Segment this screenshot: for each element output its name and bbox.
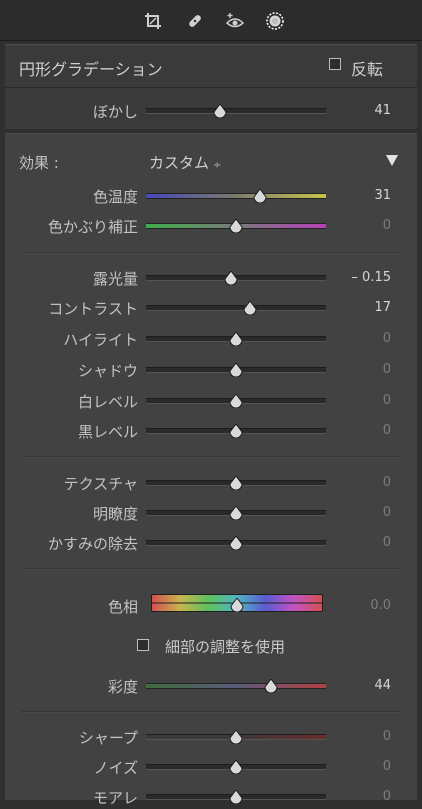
- effect-preset-value: カスタム: [149, 154, 210, 172]
- healing-brush-icon: [189, 15, 201, 27]
- feather-label: ぼかし: [92, 103, 138, 121]
- exposure-slider-track[interactable]: [146, 271, 326, 285]
- adjustment-panel: 効果 : カスタム ÷ 色温度 31 色かぶり補正 0 露光量 – 0.15 コン…: [5, 133, 417, 807]
- sharpness-label: シャープ: [78, 729, 138, 747]
- noise-value[interactable]: 0: [383, 759, 391, 774]
- whites-label: 白レベル: [77, 393, 138, 411]
- saturation-value[interactable]: 44: [374, 678, 391, 693]
- slider-row-saturation: 彩度 44: [5, 672, 417, 698]
- highlights-label: ハイライト: [63, 331, 138, 349]
- panel-title: 円形グラデーション: [19, 60, 163, 79]
- slider-row-tint: 色かぶり補正 0: [5, 212, 417, 238]
- invert-checkbox[interactable]: [329, 58, 341, 70]
- temp-slider-track[interactable]: [146, 189, 326, 203]
- dehaze-value[interactable]: 0: [383, 535, 391, 550]
- crop-tool-button[interactable]: [142, 10, 164, 32]
- slider-row-feather: ぼかし 41: [5, 97, 417, 123]
- select-caret-icon: ÷: [213, 160, 222, 171]
- slider-row-dehaze: かすみの除去 0: [5, 529, 417, 555]
- slider-row-sharpness: シャープ 0: [5, 723, 417, 749]
- highlights-value[interactable]: 0: [383, 331, 391, 346]
- exposure-value[interactable]: – 0.15: [351, 270, 391, 285]
- highlights-slider-track[interactable]: [146, 332, 326, 346]
- healing-tool-button[interactable]: [184, 10, 206, 32]
- saturation-label: 彩度: [107, 678, 138, 696]
- fine-adjust-checkbox[interactable]: [137, 639, 149, 651]
- fine-adjust-label[interactable]: 細部の調整を使用: [165, 636, 285, 657]
- slider-row-temp: 色温度 31: [5, 182, 417, 208]
- section-divider: [21, 568, 401, 570]
- temp-label: 色温度: [92, 188, 138, 206]
- crop-icon: [145, 13, 161, 29]
- shadows-slider-track[interactable]: [146, 363, 326, 377]
- contrast-value[interactable]: 17: [374, 300, 391, 315]
- slider-row-blacks: 黒レベル 0: [5, 417, 417, 443]
- feather-slider-track[interactable]: [146, 104, 326, 118]
- texture-slider-track[interactable]: [146, 476, 326, 490]
- whites-slider-track[interactable]: [146, 394, 326, 408]
- noise-label: ノイズ: [93, 759, 138, 777]
- sharpness-value[interactable]: 0: [383, 729, 391, 744]
- slider-row-exposure: 露光量 – 0.15: [5, 264, 417, 290]
- tool-strip: [0, 0, 422, 41]
- texture-value[interactable]: 0: [383, 475, 391, 490]
- contrast-slider-track[interactable]: [146, 301, 326, 315]
- temp-value[interactable]: 31: [374, 188, 391, 203]
- blacks-value[interactable]: 0: [383, 423, 391, 438]
- slider-row-noise: ノイズ 0: [5, 753, 417, 779]
- section-divider: [21, 456, 401, 458]
- radial-gradient-header: 円形グラデーション 反転 ぼかし 41: [5, 44, 417, 129]
- collapse-triangle-icon[interactable]: [385, 153, 399, 167]
- hue-label: 色相: [107, 598, 138, 616]
- effect-preset-select[interactable]: カスタム ÷: [149, 152, 221, 173]
- moire-label: モアレ: [92, 789, 138, 807]
- radial-filter-icon: [266, 12, 284, 30]
- sharpness-slider-track[interactable]: [146, 730, 326, 744]
- blacks-slider-track[interactable]: [146, 424, 326, 438]
- texture-label: テクスチャ: [63, 475, 138, 493]
- dehaze-slider-track[interactable]: [146, 536, 326, 550]
- slider-row-shadows: シャドウ 0: [5, 356, 417, 382]
- saturation-slider-track[interactable]: [146, 679, 326, 693]
- invert-label[interactable]: 反転: [351, 56, 383, 80]
- slider-row-highlights: ハイライト 0: [5, 325, 417, 351]
- slider-row-contrast: コントラスト 17: [5, 294, 417, 320]
- red-eye-icon: [225, 13, 245, 28]
- feather-value[interactable]: 41: [374, 103, 391, 118]
- slider-row-whites: 白レベル 0: [5, 387, 417, 413]
- moire-value[interactable]: 0: [383, 789, 391, 804]
- contrast-label: コントラスト: [48, 300, 138, 318]
- dehaze-label: かすみの除去: [47, 535, 138, 553]
- shadows-label: シャドウ: [77, 362, 138, 380]
- section-divider: [21, 252, 401, 254]
- moire-slider-track[interactable]: [146, 790, 326, 804]
- tint-value[interactable]: 0: [383, 218, 391, 233]
- clarity-slider-track[interactable]: [146, 506, 326, 520]
- clarity-value[interactable]: 0: [383, 505, 391, 520]
- section-divider: [21, 711, 401, 713]
- slider-row-clarity: 明瞭度 0: [5, 499, 417, 525]
- tint-label: 色かぶり補正: [47, 218, 138, 236]
- slider-row-moire: モアレ 0: [5, 783, 417, 809]
- radial-filter-tool-button[interactable]: [264, 10, 286, 32]
- hue-slider-track[interactable]: [151, 594, 323, 612]
- hue-value[interactable]: 0.0: [370, 598, 391, 613]
- whites-value[interactable]: 0: [383, 393, 391, 408]
- blacks-label: 黒レベル: [77, 423, 138, 441]
- tint-slider-track[interactable]: [146, 219, 326, 233]
- red-eye-tool-button[interactable]: [224, 10, 246, 32]
- header-divider: [5, 87, 417, 88]
- noise-slider-track[interactable]: [146, 760, 326, 774]
- effect-label: 効果 :: [19, 154, 59, 172]
- shadows-value[interactable]: 0: [383, 362, 391, 377]
- exposure-label: 露光量: [92, 270, 138, 288]
- slider-row-texture: テクスチャ 0: [5, 469, 417, 495]
- clarity-label: 明瞭度: [92, 505, 138, 523]
